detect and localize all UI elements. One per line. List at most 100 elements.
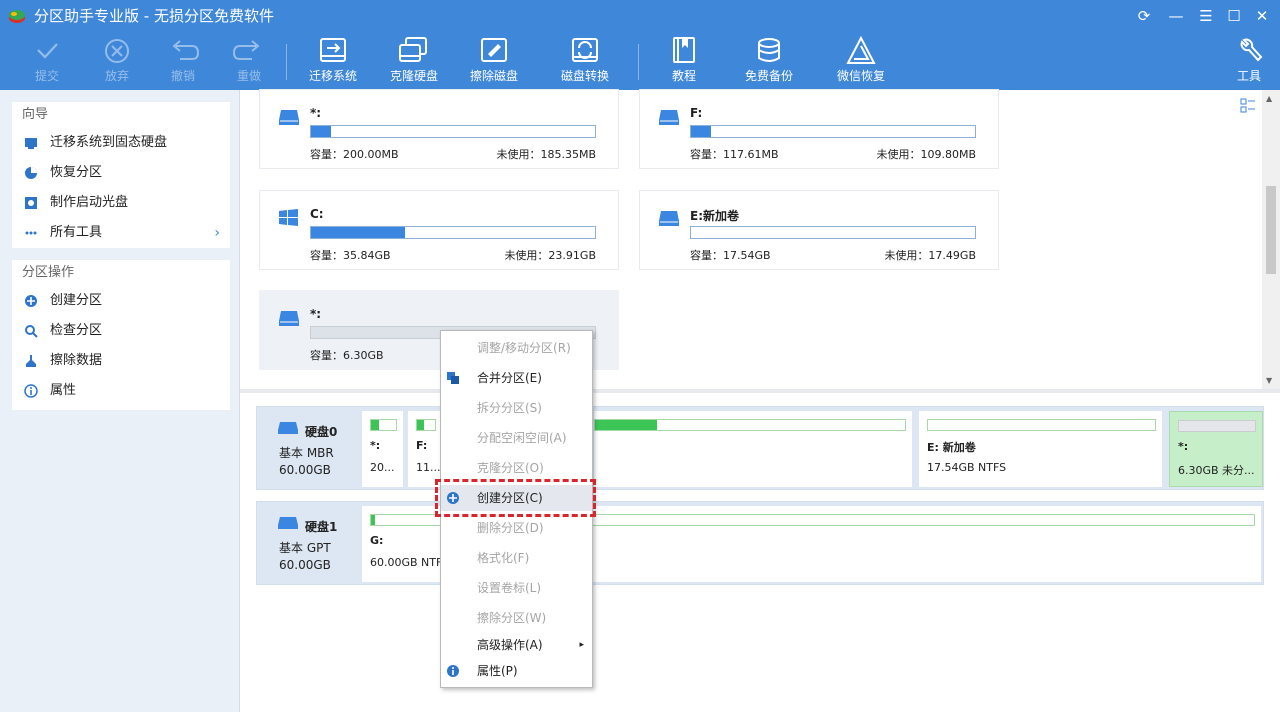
menu-item-merge[interactable]: 合并分区(E) [441, 365, 592, 391]
sidebar-item-wipe-data[interactable]: 擦除数据 [12, 346, 230, 376]
title-toolbar: 分区助手专业版 - 无损分区免费软件 ⟳ — ☰ ☐ ✕ 提交 放弃 撤销 重做… [0, 0, 1280, 90]
usage-bar [690, 125, 976, 138]
menu-item-set-label[interactable]: 设置卷标(L) [441, 575, 592, 601]
disk-usage-bar [927, 419, 1156, 431]
tools-wrench-icon [1240, 38, 1263, 62]
sidebar-item-boot-disc[interactable]: 制作启动光盘 [12, 188, 230, 218]
wipe-disk-icon [481, 38, 507, 62]
partition-card[interactable]: C: 容量：35.84GB 未使用：23.91GB [259, 190, 619, 270]
disk-row[interactable]: 硬盘1 基本 GPT 60.00GB G: 60.00GB NTFS [256, 501, 1264, 585]
undo-button[interactable]: 撤销 [158, 36, 208, 86]
disk-row[interactable]: 硬盘0 基本 MBR 60.00GB *: 20... F: 11... E: … [256, 406, 1264, 490]
disk-usage-fill [371, 515, 376, 525]
sidebar-item-create-partition[interactable]: 创建分区 [12, 286, 230, 316]
clone-disk-button[interactable]: 克隆硬盘 [384, 36, 444, 86]
maximize-icon[interactable]: ☐ [1224, 6, 1244, 26]
sidebar-item-recover-partition[interactable]: 恢复分区 [12, 158, 230, 188]
sidebar: 向导 迁移系统到固态硬盘 恢复分区 制作启动光盘 所有工具 › 分区操作 创建分… [0, 90, 240, 712]
disk-usage-fill [371, 420, 379, 430]
menu-item-allocate-free[interactable]: 分配空闲空间(A) [441, 425, 592, 451]
convert-disk-icon [572, 38, 598, 62]
disk-usage-bar [416, 419, 436, 431]
view-toggle-icon[interactable] [1240, 98, 1256, 114]
partition-card[interactable]: *: 容量：200.00MB 未使用：185.35MB [259, 89, 619, 169]
vertical-scrollbar[interactable]: ▲ ▼ [1262, 90, 1280, 390]
migrate-os-button[interactable]: 迁移系统 [302, 36, 364, 86]
windows-icon [279, 209, 298, 226]
submit-button[interactable]: 提交 [22, 36, 72, 86]
tutorial-button[interactable]: 教程 [660, 36, 708, 86]
sidebar-item-all-tools[interactable]: 所有工具 › [12, 218, 230, 248]
disk-partition-block[interactable]: E: 新加卷 17.54GB NTFS [919, 411, 1162, 487]
window-title: 分区助手专业版 - 无损分区免费软件 [34, 7, 274, 25]
disk-icon [278, 517, 298, 529]
close-icon[interactable]: ✕ [1252, 6, 1272, 26]
check-icon [37, 43, 58, 59]
operations-panel-title: 分区操作 [22, 265, 75, 280]
sidebar-item-properties[interactable]: 属性 [12, 376, 230, 406]
menu-item-delete[interactable]: 删除分区(D) [441, 515, 592, 541]
disk-partition-block[interactable]: F: 11... [408, 411, 442, 487]
wizard-panel-title: 向导 [22, 107, 49, 122]
redo-icon [232, 40, 260, 60]
usage-fill [311, 227, 405, 238]
disk-partition-block[interactable] [594, 411, 912, 487]
all-tools-icon [25, 231, 37, 235]
menu-item-split[interactable]: 拆分分区(S) [441, 395, 592, 421]
menu-item-advanced[interactable]: 高级操作(A) ▸ [441, 632, 592, 658]
scroll-down-icon[interactable]: ▼ [1266, 376, 1272, 385]
drive-icon [659, 110, 679, 125]
sidebar-item-migrate-ssd[interactable]: 迁移系统到固态硬盘 [12, 128, 230, 158]
chevron-right-icon: › [214, 225, 220, 241]
partition-card[interactable]: F: 容量：117.61MB 未使用：109.80MB [639, 89, 999, 169]
usage-bar [690, 226, 976, 239]
minimize-icon[interactable]: — [1166, 6, 1186, 26]
sidebar-item-check-partition[interactable]: 检查分区 [12, 316, 230, 346]
info-icon [24, 384, 38, 398]
menu-item-resize-move[interactable]: 调整/移动分区(R) [441, 335, 592, 361]
menu-item-properties[interactable]: 属性(P) [441, 658, 592, 684]
menu-item-format[interactable]: 格式化(F) [441, 545, 592, 571]
cancel-icon [105, 39, 129, 63]
menu-icon[interactable]: ☰ [1196, 6, 1216, 26]
usage-fill [691, 126, 711, 137]
menu-item-clone[interactable]: 克隆分区(O) [441, 455, 592, 481]
drive-icon [279, 311, 299, 326]
drive-icon [659, 211, 679, 226]
operations-panel: 分区操作 创建分区 检查分区 擦除数据 属性 [12, 260, 230, 410]
recover-partition-icon [25, 167, 37, 179]
usage-fill [311, 126, 331, 137]
usage-bar [310, 125, 596, 138]
scroll-up-icon[interactable]: ▲ [1266, 94, 1272, 103]
recovery-icon [846, 36, 876, 64]
disk-partition-block-unallocated[interactable]: *: 6.30GB 未分... [1169, 411, 1263, 487]
disk-partition-block[interactable]: *: 20... [362, 411, 403, 487]
disk-usage-bar [594, 419, 906, 431]
free-backup-button[interactable]: 免费备份 [738, 36, 800, 86]
wipe-disk-button[interactable]: 擦除磁盘 [464, 36, 524, 86]
wechat-recovery-button[interactable]: 微信恢复 [830, 36, 892, 86]
main-area: *: 容量：200.00MB 未使用：185.35MB F: 容量：117.61… [240, 89, 1280, 712]
discard-button[interactable]: 放弃 [92, 36, 142, 86]
merge-icon [447, 372, 459, 384]
migrate-os-icon [320, 38, 346, 62]
drive-icon [279, 110, 299, 125]
convert-disk-button[interactable]: 磁盘转换 [554, 36, 616, 86]
disk-icon [278, 422, 298, 434]
menu-item-wipe-partition[interactable]: 擦除分区(W) [441, 605, 592, 631]
boot-disc-icon [25, 197, 37, 209]
refresh-icon[interactable]: ⟳ [1134, 6, 1154, 26]
disk-info: 硬盘1 基本 GPT 60.00GB [257, 502, 359, 584]
backup-icon [758, 38, 780, 62]
submenu-arrow-icon: ▸ [579, 640, 584, 650]
tools-button[interactable]: 工具 [1226, 36, 1272, 86]
undo-icon [172, 40, 200, 60]
redo-button[interactable]: 重做 [224, 36, 274, 86]
clone-disk-icon [399, 37, 427, 62]
tutorial-book-icon [673, 37, 695, 63]
info-icon [447, 665, 459, 677]
partition-card[interactable]: E:新加卷 容量：17.54GB 未使用：17.49GB [639, 190, 999, 270]
scrollbar-thumb[interactable] [1266, 186, 1276, 274]
check-partition-icon [25, 325, 38, 338]
disk-usage-fill [417, 420, 425, 430]
